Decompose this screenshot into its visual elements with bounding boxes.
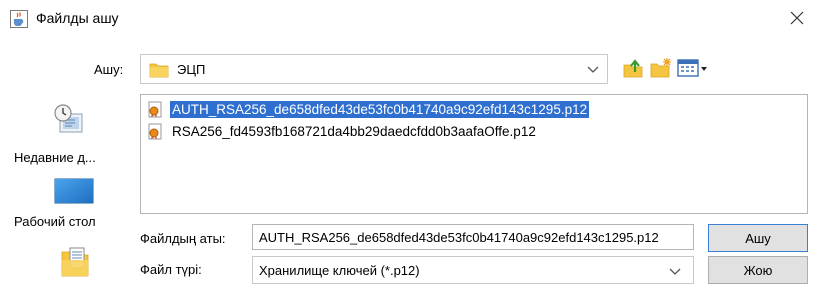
place-label: Недавние д... — [14, 150, 96, 165]
certificate-file-icon — [147, 123, 164, 140]
place-label: Рабочий стол — [14, 214, 96, 229]
view-menu-icon — [676, 59, 710, 83]
chevron-down-icon — [669, 264, 681, 278]
title-bar: Файлды ашу — [0, 0, 819, 38]
up-one-level-button[interactable] — [621, 56, 645, 80]
documents-icon — [60, 246, 90, 281]
close-icon — [790, 11, 804, 28]
certificate-file-icon — [147, 101, 164, 118]
new-folder-icon — [649, 58, 673, 83]
file-type-label: Файл түрі: — [140, 262, 202, 277]
window-title: Файлды ашу — [36, 10, 119, 26]
open-button[interactable]: Ашу — [708, 224, 808, 252]
close-button[interactable] — [780, 4, 814, 34]
desktop-icon — [54, 178, 94, 209]
file-name-input[interactable] — [252, 224, 694, 250]
view-menu-button[interactable] — [676, 56, 710, 80]
place-desktop[interactable]: Рабочий стол — [14, 176, 124, 234]
new-folder-button[interactable] — [649, 56, 673, 80]
look-in-value: ЭЦП — [177, 62, 206, 77]
java-cup-icon — [10, 10, 28, 28]
look-in-dropdown[interactable]: ЭЦП — [140, 54, 608, 84]
recent-items-icon — [52, 102, 86, 139]
folder-icon — [149, 61, 169, 78]
place-recent-items[interactable]: Недавние д... — [14, 100, 124, 170]
chevron-down-icon — [587, 62, 599, 76]
look-in-label: Ашу: — [94, 62, 124, 77]
place-documents[interactable] — [14, 244, 124, 290]
file-list[interactable]: AUTH_RSA256_de658dfed43de53fc0b41740a9c9… — [140, 94, 808, 214]
file-type-dropdown[interactable]: Хранилище ключей (*.p12) — [252, 256, 694, 284]
file-type-value: Хранилище ключей (*.p12) — [259, 263, 420, 278]
file-name: RSA256_fd4593fb168721da4bb29daedcfdd0b3a… — [172, 123, 536, 139]
cancel-button[interactable]: Жою — [708, 256, 808, 284]
up-one-level-icon — [621, 59, 645, 83]
file-list-item-2[interactable]: RSA256_fd4593fb168721da4bb29daedcfdd0b3a… — [147, 121, 538, 141]
file-name: AUTH_RSA256_de658dfed43de53fc0b41740a9c9… — [170, 100, 590, 118]
file-name-label: Файлдың аты: — [140, 231, 226, 246]
file-list-item-1[interactable]: AUTH_RSA256_de658dfed43de53fc0b41740a9c9… — [147, 99, 590, 119]
